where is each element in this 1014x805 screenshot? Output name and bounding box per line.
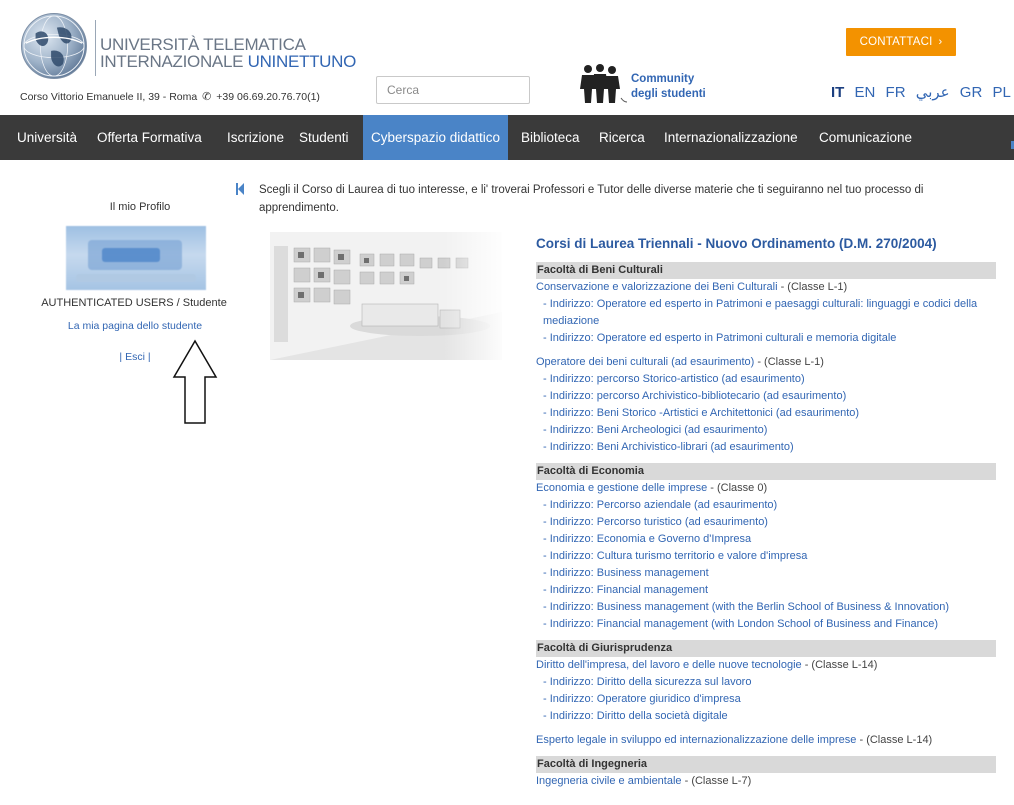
indirizzo-item[interactable]: - Indirizzo: Business management (536, 565, 996, 582)
faculty-gap (536, 633, 996, 640)
course-class: - (Classe L-7) (681, 775, 752, 787)
indirizzo-item[interactable]: - Indirizzo: Financial management (536, 582, 996, 599)
globe-icon (23, 15, 85, 77)
course-class: - (Classe L-14) (801, 659, 878, 671)
students-group-icon (580, 64, 627, 103)
nav-cyberspazio-didattico[interactable]: Cyberspazio didattico (363, 115, 509, 160)
lang-pl[interactable]: PL (992, 84, 1010, 101)
university-name-line2: INTERNAZIONALE UNINETTUNO (100, 53, 356, 70)
nav-internazionalizzazione[interactable]: Internazionalizzazione (656, 115, 806, 160)
logo-divider (95, 20, 96, 76)
course-item[interactable]: Conservazione e valorizzazione dei Beni … (536, 279, 996, 296)
lang-it[interactable]: IT (831, 84, 844, 101)
university-name-prefix: INTERNAZIONALE (100, 52, 248, 71)
section-title: Corsi di Laurea Triennali - Nuovo Ordina… (536, 236, 937, 251)
course-class: - (Classe L-14) (856, 734, 933, 746)
nav-studenti[interactable]: Studenti (291, 115, 357, 160)
indirizzo-item[interactable]: - Indirizzo: Diritto della società digit… (536, 708, 996, 725)
student-page-link[interactable]: La mia pagina dello studente (40, 320, 230, 332)
indirizzo-item[interactable]: - Indirizzo: Operatore ed esperto in Pat… (536, 330, 996, 347)
course-name[interactable]: Ingegneria civile e ambientale (536, 775, 682, 787)
community-line2: degli studenti (631, 88, 706, 100)
course-item[interactable]: Esperto legale in sviluppo ed internazio… (536, 732, 996, 749)
course-class: - (Classe L-1) (754, 356, 824, 368)
lang-fr[interactable]: FR (886, 84, 906, 101)
nav-iscrizione[interactable]: Iscrizione (219, 115, 292, 160)
contact-button[interactable]: CONTATTACI › (846, 28, 956, 56)
faculty-header: Facoltà di Economia (536, 463, 996, 480)
indirizzo-item[interactable]: - Indirizzo: Diritto della sicurezza sul… (536, 674, 996, 691)
nav-offerta-formativa[interactable]: Offerta Formativa (89, 115, 210, 160)
contact-button-label: CONTATTACI (859, 36, 933, 48)
address-bar: Corso Vittorio Emanuele II, 39 - Roma ✆ … (20, 90, 320, 103)
course-class: - (Classe L-1) (777, 281, 848, 293)
course-gap (536, 347, 996, 354)
campus-interior-image (270, 232, 502, 360)
phone-number: +39 06.69.20.76.70(1) (216, 91, 320, 103)
course-name[interactable]: Esperto legale in sviluppo ed internazio… (536, 734, 856, 746)
course-class: - (Classe 0) (707, 482, 768, 494)
language-switcher: IT EN FR عربي GR PL (831, 83, 1014, 101)
nav-comunicazione[interactable]: Comunicazione (811, 115, 920, 160)
indirizzo-item[interactable]: - Indirizzo: Percorso aziendale (ad esau… (536, 497, 996, 514)
user-role: AUTHENTICATED USERS / Studente (41, 297, 227, 309)
address-text: Corso Vittorio Emanuele II, 39 - Roma (20, 91, 198, 103)
faculty-header: Facoltà di Beni Culturali (536, 262, 996, 279)
indirizzo-item[interactable]: - Indirizzo: Economia e Governo d'Impres… (536, 531, 996, 548)
phone-icon: ✆ (202, 91, 212, 103)
indirizzo-item[interactable]: - Indirizzo: Beni Storico -Artistici e A… (536, 405, 996, 422)
university-name-accent: UNINETTUNO (247, 52, 357, 71)
faculty-gap (536, 456, 996, 463)
nav-biblioteca[interactable]: Biblioteca (513, 115, 588, 160)
lang-en[interactable]: EN (855, 84, 876, 101)
up-arrow-annotation-icon (172, 339, 218, 424)
chevron-right-icon: › (938, 36, 943, 48)
lang-gr[interactable]: GR (960, 84, 983, 101)
community-label: Community degli studenti (631, 72, 706, 102)
faculty-header: Facoltà di Giurisprudenza (536, 640, 996, 657)
university-name-line1: UNIVERSITÀ TELEMATICA (100, 35, 306, 54)
intro-text: Scegli il Corso di Laurea di tuo interes… (259, 184, 924, 214)
indirizzo-item[interactable]: - Indirizzo: Financial management (with … (536, 616, 996, 633)
course-name[interactable]: Economia e gestione delle imprese (536, 482, 707, 494)
course-name[interactable]: Diritto dell'impresa, del lavoro e delle… (536, 659, 802, 671)
course-item[interactable]: Ingegneria civile e ambientale - (Classe… (536, 773, 996, 790)
nav-ricerca[interactable]: Ricerca (591, 115, 653, 160)
course-gap (536, 725, 996, 732)
indirizzo-item[interactable]: - Indirizzo: Operatore ed esperto in Pat… (536, 296, 996, 330)
indirizzo-item[interactable]: - Indirizzo: Beni Archeologici (ad esaur… (536, 422, 996, 439)
indirizzo-item[interactable]: - Indirizzo: Beni Archivistico-librari (… (536, 439, 996, 456)
faculty-gap (536, 790, 996, 797)
course-item[interactable]: Diritto dell'impresa, del lavoro e delle… (536, 657, 996, 674)
indirizzo-item[interactable]: - Indirizzo: Percorso turistico (ad esau… (536, 514, 996, 531)
collapse-sidebar-icon[interactable] (236, 183, 244, 195)
course-item[interactable]: Economia e gestione delle imprese - (Cla… (536, 480, 996, 497)
course-list: Facoltà di Beni Culturali Conservazione e… (536, 262, 996, 797)
course-name[interactable]: Operatore dei beni culturali (ad esaurim… (536, 356, 754, 368)
profile-title: Il mio Profilo (109, 201, 171, 213)
indirizzo-item[interactable]: - Indirizzo: Cultura turismo territorio … (536, 548, 996, 565)
lang-ar[interactable]: عربي (916, 84, 950, 101)
course-item[interactable]: Operatore dei beni culturali (ad esaurim… (536, 354, 996, 371)
main-navbar: Università Offerta Formativa Iscrizione … (0, 115, 1014, 160)
indirizzo-item[interactable]: - Indirizzo: Operatore giuridico d'impre… (536, 691, 996, 708)
indirizzo-item[interactable]: - Indirizzo: percorso Archivistico-bibli… (536, 388, 996, 405)
search-input[interactable] (376, 76, 530, 104)
faculty-gap (536, 749, 996, 756)
profile-avatar-blurred (66, 226, 206, 290)
community-line1: Community (631, 73, 695, 85)
university-name[interactable]: UNIVERSITÀ TELEMATICA INTERNAZIONALE UNI… (100, 36, 356, 70)
nav-universita[interactable]: Università (9, 115, 85, 160)
indirizzo-item[interactable]: - Indirizzo: percorso Storico-artistico … (536, 371, 996, 388)
faculty-header: Facoltà di Ingegneria (536, 756, 996, 773)
university-logo-globe[interactable] (21, 13, 87, 79)
indirizzo-item[interactable]: - Indirizzo: Business management (with t… (536, 599, 996, 616)
course-name[interactable]: Conservazione e valorizzazione dei Beni … (536, 281, 778, 293)
